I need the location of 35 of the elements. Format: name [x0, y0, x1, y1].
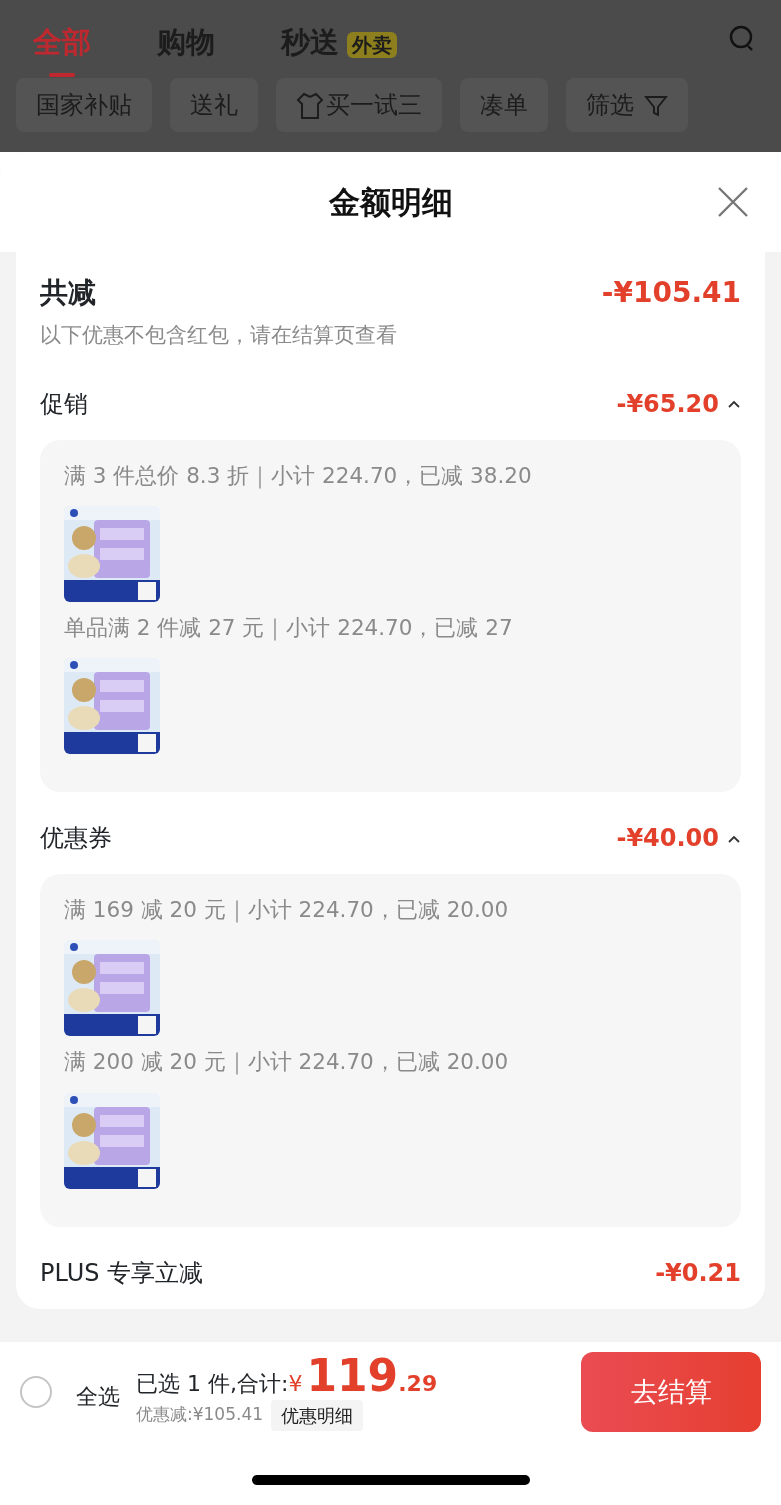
section-label: 促销: [40, 388, 88, 420]
tag: 外卖: [347, 32, 397, 59]
tab[interactable]: 全部: [33, 11, 91, 77]
filter-chip[interactable]: 送礼: [170, 78, 258, 132]
rule-text: 单品满 2 件减 27 元｜小计 224.70，已减 27: [64, 613, 514, 643]
section-label: 优惠券: [40, 823, 112, 854]
detail-link[interactable]: 优惠明细: [271, 1399, 364, 1431]
rule-text: 满 3 件总价 8.3 折｜小计 224.70，已减 38.20: [64, 461, 533, 491]
filter-icon: [644, 94, 668, 118]
filter-chip[interactable]: 国家补贴: [16, 78, 152, 132]
price-integer: 119: [306, 1353, 399, 1398]
note-text: 以下优惠不包含红包，请在结算页查看: [40, 322, 398, 349]
section-label: PLUS 专享立减: [40, 1257, 204, 1289]
checkout-button[interactable]: 去结算: [581, 1352, 761, 1432]
shirt-icon: [296, 91, 324, 121]
caret-icon[interactable]: [727, 833, 741, 844]
sheet-title: 金额明细: [328, 182, 453, 222]
total-label: 共减: [40, 275, 96, 311]
rule-text: 满 169 减 20 元｜小计 224.70，已减 20.00: [64, 896, 510, 925]
select-all-label: 全选: [76, 1382, 120, 1411]
section-amount: -¥0.21: [655, 1257, 741, 1289]
filter-chip[interactable]: 筛选: [566, 78, 688, 132]
total-amount: -¥105.41: [601, 275, 741, 311]
price-decimal: .29: [398, 1369, 438, 1398]
discount-text: 优惠减:¥105.41: [136, 1403, 264, 1427]
total-label: 已选 1 件,合计:: [136, 1369, 289, 1398]
currency-symbol: ¥: [288, 1369, 303, 1398]
caret-icon[interactable]: [727, 399, 741, 409]
select-all-checkbox[interactable]: [20, 1376, 52, 1408]
filter-chip[interactable]: 凑单: [460, 78, 548, 132]
filter-chip[interactable]: 买一试三: [276, 78, 442, 132]
close-icon[interactable]: [717, 186, 749, 218]
section-amount: -¥40.00: [616, 823, 719, 854]
section-amount: -¥65.20: [616, 388, 719, 420]
rule-text: 满 200 减 20 元｜小计 224.70，已减 20.00: [64, 1048, 510, 1077]
